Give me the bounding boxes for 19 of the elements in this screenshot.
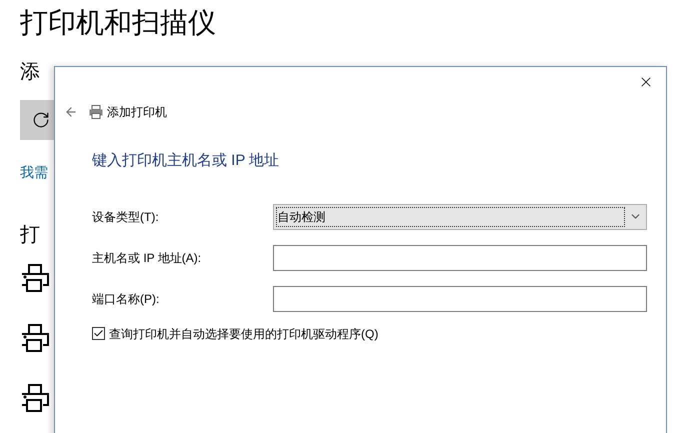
field-label: 设备类型(T): [92,208,160,226]
printer-icon [20,263,50,293]
field-label: 主机名或 IP 地址(A): [92,250,202,266]
checkbox[interactable] [92,327,105,340]
refresh-icon [32,111,50,129]
printer-icon [20,323,50,353]
printer-icon [89,105,103,119]
device-type-dropdown[interactable]: 自动检测 [272,204,647,230]
section-heading: 打 [20,223,41,248]
dialog-heading: 键入打印机主机名或 IP 地址 [92,151,280,171]
printer-icon [20,383,50,413]
text-field[interactable] [272,286,647,312]
checkbox-label: 查询打印机并自动选择要使用的打印机驱动程序(Q) [109,326,378,342]
text-field[interactable] [272,244,647,270]
section-title: 添 [20,60,40,85]
check-icon [93,328,104,339]
field-label: 端口名称(P): [92,290,160,308]
dialog-title: 添加打印机 [107,104,167,121]
page-title: 打印机和扫描仪 [20,6,217,40]
